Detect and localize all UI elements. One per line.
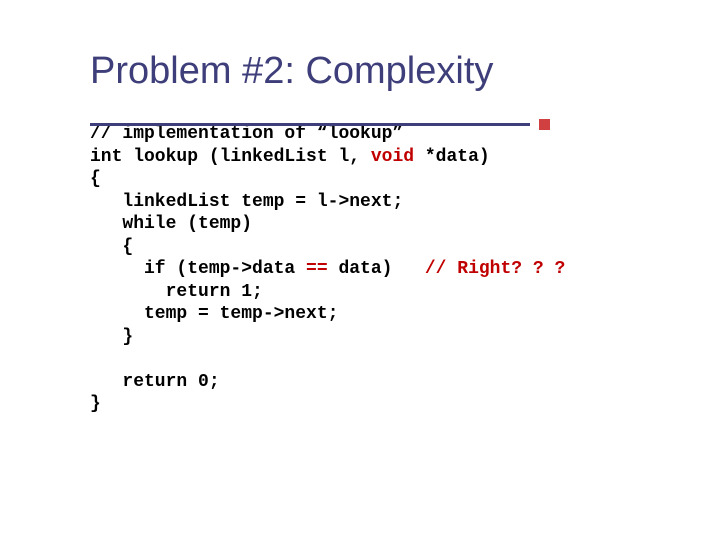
underline-accent-square (539, 119, 550, 130)
code-line-5: while (temp) (90, 214, 252, 234)
code-line-13: } (90, 394, 101, 414)
operator-eq: == (306, 259, 328, 279)
code-line-7: if (temp->data == data) // Right? ? ? (90, 259, 565, 279)
code-line-9: temp = temp->next; (90, 304, 338, 324)
code-block: // implementation of “lookup” int lookup… (90, 123, 680, 416)
underline-bar (90, 123, 530, 126)
keyword-void: void (371, 147, 414, 167)
code-line-7c: data) (328, 259, 425, 279)
code-line-8: return 1; (90, 282, 263, 302)
code-line-2a: int lookup (linkedList l, (90, 147, 371, 167)
slide: Problem #2: Complexity // implementation… (0, 0, 720, 540)
code-line-2c: *data) (414, 147, 490, 167)
slide-title: Problem #2: Complexity (90, 50, 680, 93)
code-line-4: linkedList temp = l->next; (90, 192, 403, 212)
code-line-12: return 0; (90, 372, 220, 392)
code-line-10: } (90, 327, 133, 347)
code-line-7a: if (temp->data (90, 259, 306, 279)
code-line-1: // implementation of “lookup” (90, 124, 403, 144)
code-line-2: int lookup (linkedList l, void *data) (90, 147, 490, 167)
code-line-3: { (90, 169, 101, 189)
comment-right: // Right? ? ? (425, 259, 565, 279)
code-line-6: { (90, 237, 133, 257)
